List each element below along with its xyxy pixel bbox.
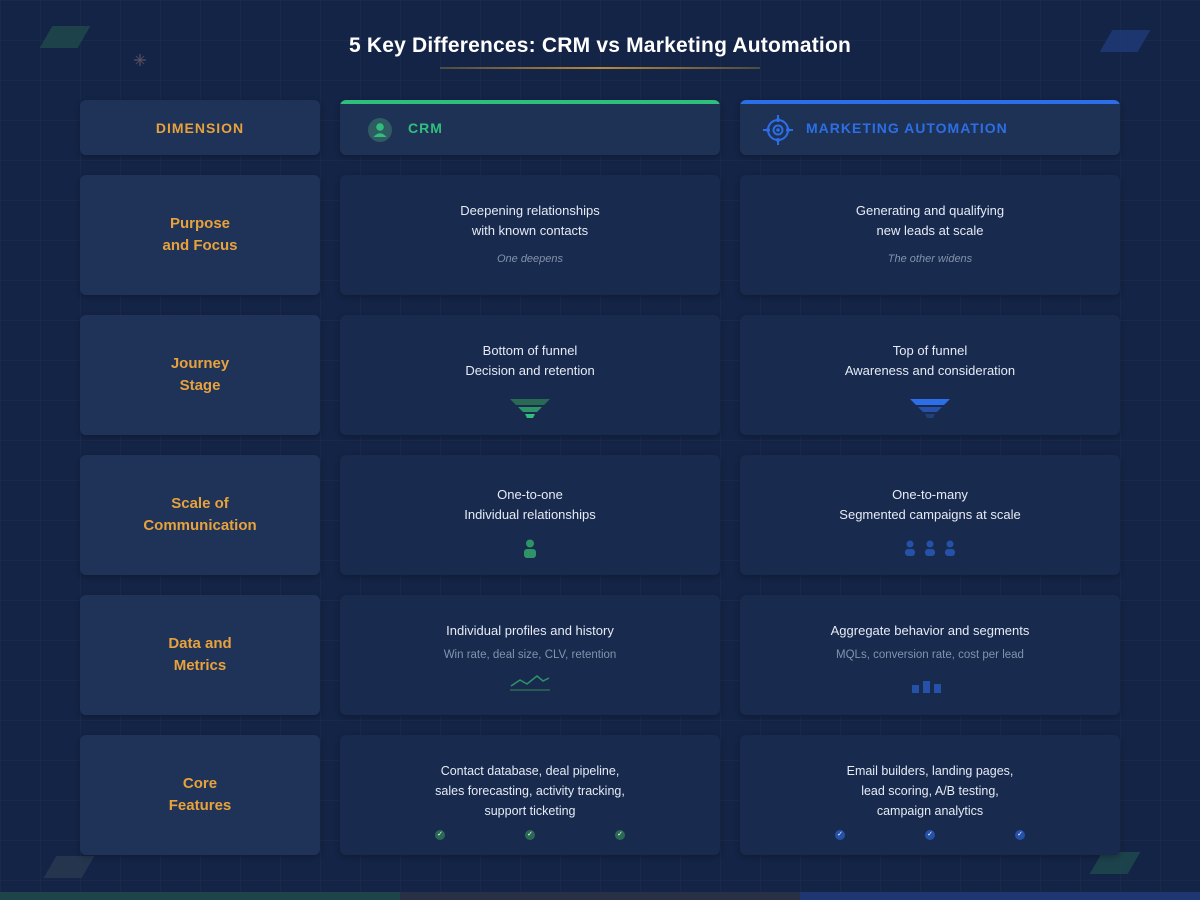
- row-label-features: Core Features: [80, 735, 320, 855]
- crm-accent-bar: [340, 100, 720, 104]
- cell-note: Win rate, deal size, CLV, retention: [443, 649, 617, 661]
- cell-main-text: Bottom of funnel Decision and retention: [465, 343, 595, 378]
- check-icon: ✓: [1015, 830, 1025, 840]
- check-icon: ✓: [925, 830, 935, 840]
- cell-crm-features: Contact database, deal pipeline, sales f…: [340, 735, 720, 855]
- row-label-scale: Scale of Communication: [80, 455, 320, 575]
- row-label-journey: Journey Stage: [80, 315, 320, 435]
- bottom-band-neutral: [400, 892, 800, 900]
- row-label-text: Journey Stage: [170, 355, 230, 394]
- cell-main-text: Email builders, landing pages, lead scor…: [846, 764, 1014, 818]
- cell-main-text: Top of funnel Awareness and consideratio…: [844, 343, 1016, 378]
- cell-crm-data: Individual profiles and history Win rate…: [340, 595, 720, 715]
- cell-main-text: Contact database, deal pipeline, sales f…: [435, 764, 625, 818]
- row-label-text: Core Features: [168, 775, 232, 814]
- line-chart-icon: [510, 675, 550, 691]
- cell-note: One deepens: [496, 253, 564, 265]
- page-title: 5 Key Differences: CRM vs Marketing Auto…: [348, 34, 852, 57]
- dimension-header: DIMENSION: [80, 100, 320, 155]
- bottom-band-crm: [0, 892, 400, 900]
- funnel-icon: [910, 399, 950, 418]
- person-icon: [524, 539, 536, 558]
- row-label-text: Purpose and Focus: [162, 215, 238, 254]
- check-icon: ✓: [835, 830, 845, 840]
- user-circle-icon: [368, 117, 392, 142]
- cell-note: The other widens: [887, 253, 973, 265]
- group-icon: [905, 540, 955, 556]
- dimension-header-label: DIMENSION: [155, 119, 245, 136]
- cell-ma-data: Aggregate behavior and segments MQLs, co…: [740, 595, 1120, 715]
- ma-header-label: MARKETING AUTOMATION: [806, 119, 1008, 136]
- bar-chart-icon: [912, 681, 941, 693]
- marketing-automation-header: MARKETING AUTOMATION: [740, 100, 1120, 155]
- cell-crm-journey: Bottom of funnel Decision and retention: [340, 315, 720, 435]
- cell-crm-scale: One-to-one Individual relationships: [340, 455, 720, 575]
- cell-note: MQLs, conversion rate, cost per lead: [836, 649, 1024, 661]
- cell-main-text: One-to-one Individual relationships: [464, 487, 596, 522]
- cell-ma-scale: One-to-many Segmented campaigns at scale: [740, 455, 1120, 575]
- cell-main-text: Aggregate behavior and segments: [830, 623, 1030, 638]
- crm-header-label: CRM: [408, 119, 443, 136]
- cell-crm-purpose: Deepening relationships with known conta…: [340, 175, 720, 295]
- crm-header: CRM: [340, 100, 720, 155]
- target-crosshair-icon: [763, 114, 793, 145]
- check-icon: ✓: [435, 830, 445, 840]
- cell-ma-features: Email builders, landing pages, lead scor…: [740, 735, 1120, 855]
- title-underline: [440, 67, 760, 69]
- row-label-purpose: Purpose and Focus: [80, 175, 320, 295]
- row-label-text: Scale of Communication: [143, 495, 257, 534]
- cell-ma-journey: Top of funnel Awareness and consideratio…: [740, 315, 1120, 435]
- cell-main-text: Individual profiles and history: [446, 623, 614, 638]
- cell-main-text: One-to-many Segmented campaigns at scale: [839, 487, 1021, 522]
- cell-main-text: Generating and qualifying new leads at s…: [855, 203, 1005, 238]
- row-label-data: Data and Metrics: [80, 595, 320, 715]
- check-icon: ✓: [615, 830, 625, 840]
- cell-main-text: Deepening relationships with known conta…: [460, 203, 600, 238]
- bottom-band-ma: [800, 892, 1200, 900]
- check-icon: ✓: [525, 830, 535, 840]
- row-label-text: Data and Metrics: [168, 635, 232, 674]
- ma-accent-bar: [740, 100, 1120, 104]
- funnel-icon: [510, 399, 550, 418]
- cell-ma-purpose: Generating and qualifying new leads at s…: [740, 175, 1120, 295]
